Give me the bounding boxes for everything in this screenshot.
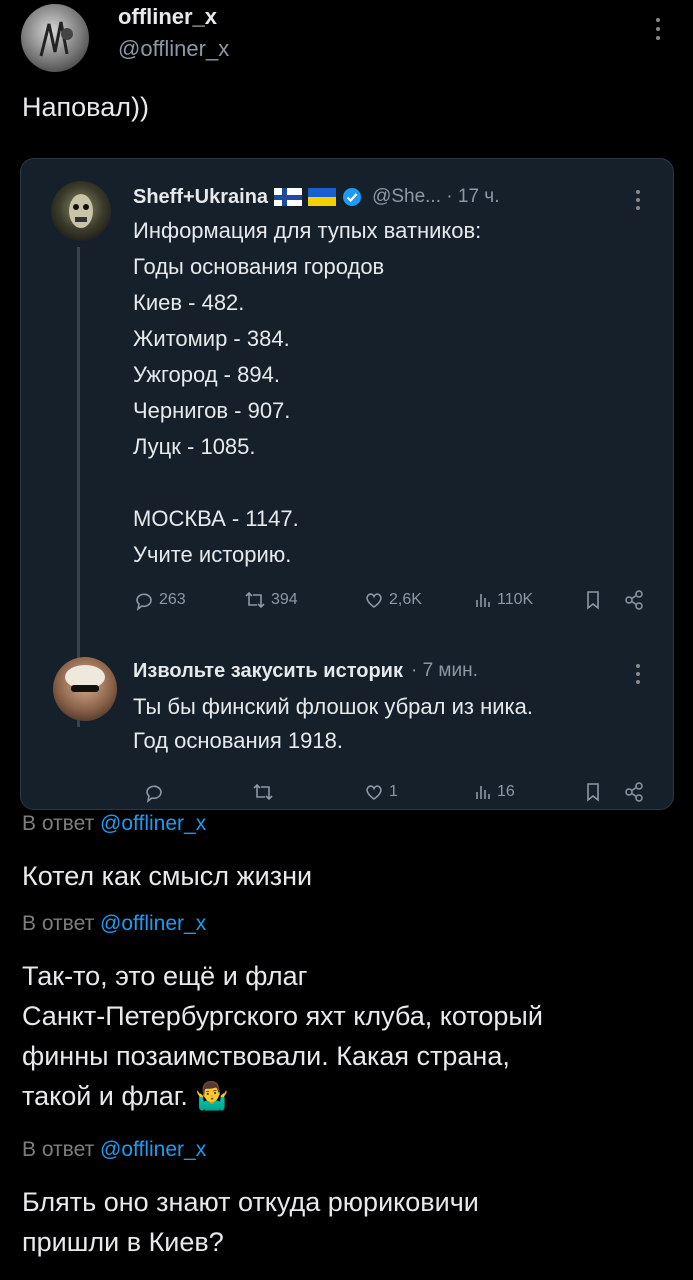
- comment-body: Котел как смысл жизни: [22, 856, 672, 896]
- inner-bookmark-button[interactable]: [583, 781, 603, 807]
- comment-line: пришли в Киев?: [22, 1227, 224, 1257]
- repost-count: 394: [271, 591, 298, 608]
- quote-author-name[interactable]: Sheff+Ukraina: [133, 186, 268, 209]
- comment-line: Блять оно знают откуда рюриковичи: [22, 1187, 479, 1217]
- comment-line: Так-то, это ещё и флаг: [22, 961, 308, 991]
- inner-like-count: 1: [389, 783, 398, 800]
- repost-button[interactable]: 394: [243, 589, 298, 611]
- verified-badge-icon: [342, 187, 362, 207]
- reply-prefix: В ответ: [22, 812, 95, 835]
- reply-prefix: В ответ: [22, 1138, 95, 1161]
- more-options-icon[interactable]: [654, 16, 662, 42]
- inner-reply-more-icon[interactable]: [635, 663, 641, 689]
- finland-flag-icon: [274, 188, 303, 206]
- bookmark-icon: [587, 783, 599, 802]
- repost-icon: [245, 591, 265, 609]
- inner-reply-button[interactable]: [143, 781, 165, 807]
- post-body: Наповал)): [22, 92, 149, 122]
- quote-actions: 263 394 2,6K 110K: [133, 589, 663, 619]
- comment-body: Так-то, это ещё и флаг Санкт-Петербургск…: [22, 956, 682, 1116]
- reply-mention-link[interactable]: @offliner_x: [100, 1138, 206, 1161]
- inner-views-button[interactable]: 16: [473, 781, 515, 803]
- reply-mention-link[interactable]: @offliner_x: [100, 912, 206, 935]
- comment-line: финны позаимствовали. Какая страна,: [22, 1041, 510, 1071]
- skull-avatar-icon: [69, 194, 93, 228]
- author-avatar[interactable]: [21, 4, 89, 72]
- inner-reply-author[interactable]: Извольте закусить историк: [133, 660, 403, 683]
- inner-reply-line: Ты бы финский флошок убрал из ника.: [133, 694, 533, 719]
- inner-reply-actions: 1 16: [133, 781, 663, 809]
- inner-repost-button[interactable]: [251, 781, 275, 807]
- thread-line: [77, 247, 80, 727]
- reply-mention-link[interactable]: @offliner_x: [100, 812, 206, 835]
- bookmark-icon: [587, 591, 599, 610]
- views-icon: [476, 594, 490, 607]
- comment-line: такой и флаг. 🤷‍♂️: [22, 1081, 229, 1111]
- quote-line: [133, 469, 653, 505]
- inner-reply-line: Год основания 1918.: [133, 728, 343, 753]
- ukraine-flag-icon: [308, 188, 337, 206]
- quote-line: Луцк - 1085.: [133, 434, 256, 459]
- quote-line: Житомир - 384.: [133, 326, 290, 351]
- heart-icon: [366, 785, 382, 800]
- quote-line: Годы основания городов: [133, 254, 385, 279]
- reply-icon: [146, 785, 162, 803]
- views-icon: [476, 786, 490, 799]
- bookmark-button[interactable]: [583, 589, 603, 615]
- quote-text: Информация для тупых ватников: Годы осно…: [133, 217, 653, 577]
- like-count: 2,6K: [389, 591, 422, 608]
- comment-line: Котел как смысл жизни: [22, 861, 313, 891]
- inner-share-button[interactable]: [623, 781, 645, 807]
- share-button[interactable]: [623, 589, 645, 615]
- views-button[interactable]: 110K: [473, 589, 533, 611]
- share-icon: [625, 590, 643, 610]
- portrait-avatar-icon: [65, 665, 105, 692]
- author-handle[interactable]: @offliner_x: [118, 36, 229, 62]
- comment-reply-to: В ответ @offliner_x: [22, 912, 206, 936]
- quote-line: Ужгород - 894.: [133, 362, 280, 387]
- inner-reply-avatar[interactable]: [53, 657, 117, 721]
- quote-line: Информация для тупых ватников:: [133, 218, 482, 243]
- quote-line: Учите историю.: [133, 542, 292, 567]
- comment-reply-to: В ответ @offliner_x: [22, 812, 206, 836]
- reply-button[interactable]: 263: [133, 589, 186, 611]
- reply-count: 263: [159, 591, 186, 608]
- reply-icon: [136, 593, 152, 611]
- quote-more-icon[interactable]: [635, 189, 641, 215]
- inner-reply-time[interactable]: · 7 мин.: [411, 660, 478, 682]
- quoted-screenshot: Sheff+Ukraina @She... · 17 ч. Информация…: [20, 158, 674, 810]
- comment-reply-to: В ответ @offliner_x: [22, 1138, 206, 1162]
- views-count: 110K: [497, 591, 534, 608]
- inner-views-count: 16: [497, 783, 515, 800]
- inner-like-button[interactable]: 1: [363, 781, 398, 803]
- comment-line: Санкт-Петербургского яхт клуба, который: [22, 1001, 543, 1031]
- repost-icon: [253, 783, 273, 801]
- quote-handle-time[interactable]: @She... · 17 ч.: [372, 186, 499, 208]
- avatar-image-icon: [39, 21, 73, 57]
- author-name[interactable]: offliner_x: [118, 4, 217, 30]
- like-button[interactable]: 2,6K: [363, 589, 422, 611]
- share-icon: [625, 782, 643, 802]
- quote-line: Киев - 482.: [133, 290, 245, 315]
- heart-icon: [366, 593, 382, 608]
- inner-reply-text: Ты бы финский флошок убрал из ника. Год …: [133, 693, 663, 761]
- quote-line: МОСКВА - 1147.: [133, 506, 299, 531]
- reply-prefix: В ответ: [22, 912, 95, 935]
- comment-body: Блять оно знают откуда рюриковичи пришли…: [22, 1182, 682, 1262]
- quote-line: Чернигов - 907.: [133, 398, 291, 423]
- quote-author-avatar[interactable]: [51, 181, 111, 241]
